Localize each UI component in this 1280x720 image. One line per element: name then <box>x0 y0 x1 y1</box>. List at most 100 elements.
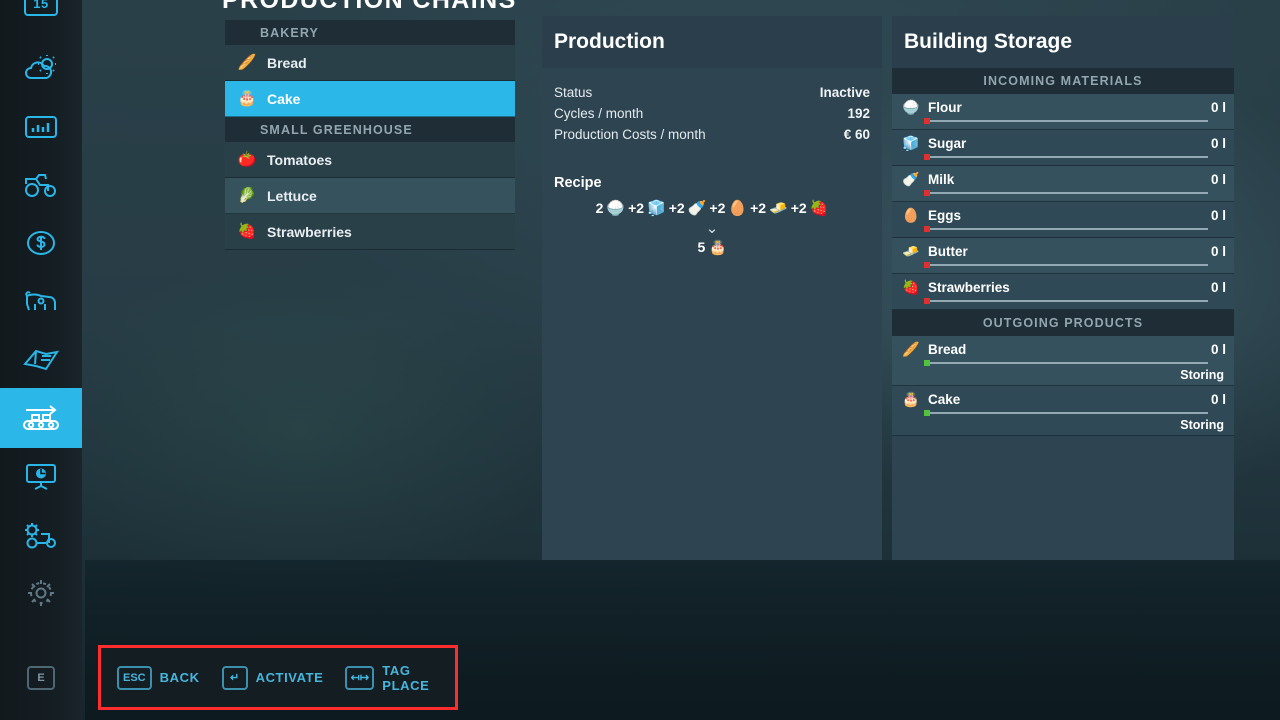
storage-row-label: Strawberries <box>928 280 1211 295</box>
sidebar-item-weather[interactable] <box>0 40 82 98</box>
storage-fill-bar <box>926 228 1208 230</box>
storage-row-value: 0 l <box>1211 342 1226 357</box>
sidebar-rail: 15 <box>0 0 82 720</box>
storage-row-milk[interactable]: 🍼 Milk 0 l <box>892 166 1234 202</box>
fill-marker <box>924 262 930 268</box>
tomato-icon: 🍅 <box>235 152 259 167</box>
sidebar-item-vehicles[interactable] <box>0 156 82 214</box>
sidebar-item-contracts[interactable] <box>0 330 82 388</box>
key-arrows-icon: ↤↦ <box>345 666 374 690</box>
conveyor-icon <box>20 403 62 433</box>
storage-row-value: 0 l <box>1211 172 1226 187</box>
fill-marker <box>924 154 930 160</box>
bread-icon: 🥖 <box>235 55 259 70</box>
fill-marker <box>924 298 930 304</box>
help-hint-activate[interactable]: ↵ ACTIVATE <box>222 666 324 690</box>
chain-item-label: Strawberries <box>267 224 352 240</box>
recipe-output: 5 🎂 <box>554 239 870 256</box>
recipe-amount: +2 <box>750 200 766 216</box>
production-stat-costs: Production Costs / month € 60 <box>554 124 870 145</box>
storage-panel-title: Building Storage <box>892 16 1234 68</box>
recipe-amount: 2 <box>596 200 604 216</box>
sidebar-item-production-chains[interactable] <box>0 388 82 448</box>
storage-section-outgoing: OUTGOING PRODUCTS <box>892 310 1234 336</box>
storage-row-value: 0 l <box>1211 280 1226 295</box>
strawberry-icon: 🍓 <box>810 199 829 217</box>
storage-row-value: 0 l <box>1211 100 1226 115</box>
storage-row-butter[interactable]: 🧈 Butter 0 l <box>892 238 1234 274</box>
page-title: PRODUCTION CHAINS <box>222 0 517 15</box>
sidebar-keyhint[interactable]: E <box>0 636 82 720</box>
chain-item-cake[interactable]: 🎂 Cake <box>225 81 515 117</box>
help-hint-label: BACK <box>160 670 200 685</box>
chain-item-strawberries[interactable]: 🍓 Strawberries <box>225 214 515 250</box>
storage-row-strawberries[interactable]: 🍓 Strawberries 0 l <box>892 274 1234 310</box>
storage-row-flour[interactable]: 🍚 Flour 0 l <box>892 94 1234 130</box>
sidebar-item-vehicle-config[interactable] <box>0 506 82 564</box>
chain-item-label: Lettuce <box>267 188 317 204</box>
recipe-amount: +2 <box>791 200 807 216</box>
production-panel: Production Status Inactive Cycles / mont… <box>542 16 882 560</box>
chain-item-bread[interactable]: 🥖 Bread <box>225 45 515 81</box>
storage-row-label: Eggs <box>928 208 1211 223</box>
chain-item-label: Tomatoes <box>267 152 332 168</box>
fill-marker <box>924 118 930 124</box>
sidebar-item-animals[interactable] <box>0 272 82 330</box>
storage-row-top: 🍓 Strawberries 0 l <box>900 274 1226 300</box>
production-panel-body: Status Inactive Cycles / month 192 Produ… <box>542 68 882 256</box>
help-hint-tag-place[interactable]: ↤↦ TAG PLACE <box>345 663 455 693</box>
storage-row-eggs[interactable]: 🥚 Eggs 0 l <box>892 202 1234 238</box>
bread-icon: 🥖 <box>900 341 922 358</box>
fill-marker <box>924 410 930 416</box>
help-hint-back[interactable]: ESC BACK <box>117 666 200 690</box>
strawberry-icon: 🍓 <box>900 279 922 296</box>
cow-icon <box>21 288 61 314</box>
eggs-icon: 🥚 <box>900 207 922 224</box>
gear-icon <box>25 577 57 609</box>
storage-row-top: 🧈 Butter 0 l <box>900 238 1226 264</box>
chain-group-header-bakery: BAKERY <box>225 20 515 45</box>
recipe-label: Recipe <box>554 175 870 191</box>
storage-fill-bar <box>926 362 1208 364</box>
storage-row-cake[interactable]: 🎂 Cake 0 l Storing <box>892 386 1234 436</box>
key-enter-icon: ↵ <box>222 666 248 690</box>
milk-icon: 🍼 <box>900 171 922 188</box>
recipe-amount: +2 <box>709 200 725 216</box>
production-panel-title: Production <box>542 16 882 68</box>
storage-section-incoming: INCOMING MATERIALS <box>892 68 1234 94</box>
storage-row-value: 0 l <box>1211 392 1226 407</box>
recipe-amount: +2 <box>628 200 644 216</box>
strawberry-icon: 🍓 <box>235 224 259 239</box>
production-chains-list: BAKERY 🥖 Bread 🎂 Cake SMALL GREENHOUSE 🍅… <box>225 20 515 250</box>
statistics-icon <box>24 114 58 140</box>
documents-icon <box>22 346 60 372</box>
chain-item-lettuce[interactable]: 🥬 Lettuce <box>225 178 515 214</box>
key-e-label: E <box>37 672 44 684</box>
chevron-down-icon: ⌄ <box>554 219 870 237</box>
sidebar-item-map-overview[interactable] <box>0 448 82 506</box>
chain-item-label: Bread <box>267 55 307 71</box>
tractor-gear-icon <box>21 521 61 549</box>
storage-row-value: 0 l <box>1211 208 1226 223</box>
key-esc-icon: ESC <box>117 666 152 690</box>
stat-key: Status <box>554 82 592 103</box>
storage-row-label: Cake <box>928 392 1211 407</box>
storage-row-top: 🥖 Bread 0 l <box>900 336 1226 362</box>
storage-row-sugar[interactable]: 🧊 Sugar 0 l <box>892 130 1234 166</box>
storage-row-status: Storing <box>900 418 1226 432</box>
building-storage-panel: Building Storage INCOMING MATERIALS 🍚 Fl… <box>892 16 1234 560</box>
milk-icon: 🍼 <box>688 199 707 217</box>
tractor-icon <box>22 172 60 198</box>
storage-row-label: Bread <box>928 342 1211 357</box>
chain-item-tomatoes[interactable]: 🍅 Tomatoes <box>225 142 515 178</box>
fill-marker <box>924 226 930 232</box>
sidebar-item-finances[interactable] <box>0 214 82 272</box>
sidebar-item-statistics[interactable] <box>0 98 82 156</box>
production-stat-cycles: Cycles / month 192 <box>554 103 870 124</box>
cake-icon: 🎂 <box>900 391 922 408</box>
storage-row-bread[interactable]: 🥖 Bread 0 l Storing <box>892 336 1234 386</box>
chain-group-header-small-greenhouse: SMALL GREENHOUSE <box>225 117 515 142</box>
sidebar-item-settings[interactable] <box>0 564 82 622</box>
weather-icon <box>24 55 58 83</box>
sidebar-item-calendar-day[interactable]: 15 <box>0 0 82 40</box>
